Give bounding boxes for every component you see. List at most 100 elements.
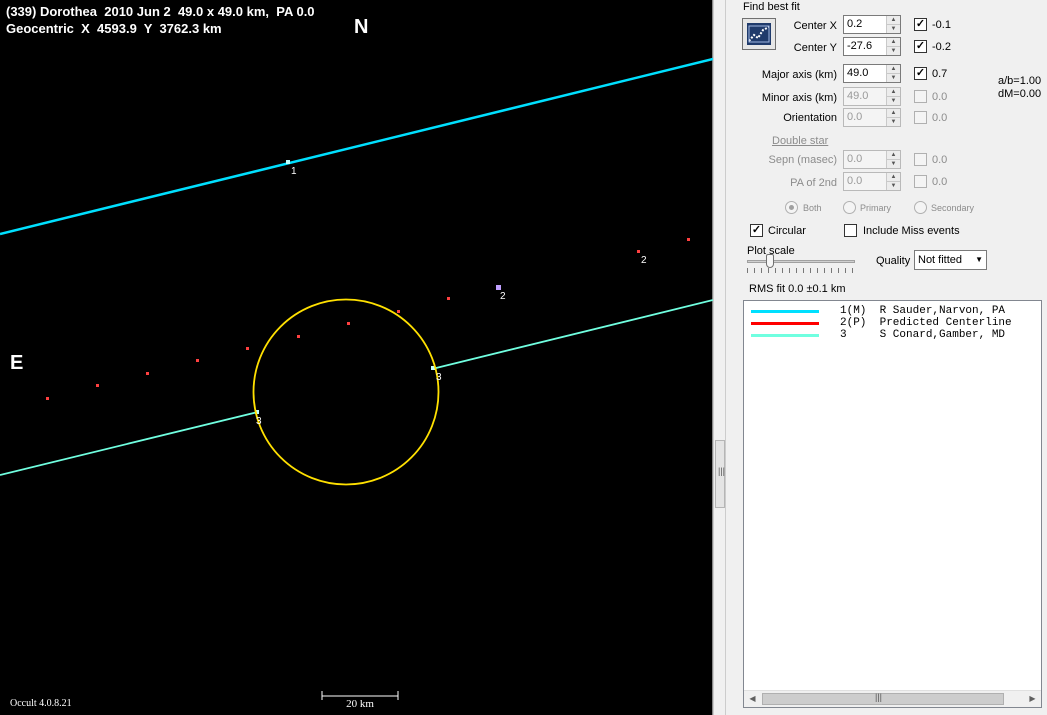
plot-title-line1: (339) Dorothea 2010 Jun 2 49.0 x 49.0 km… (6, 4, 315, 19)
pa-2nd-offset: 0.0 (932, 176, 948, 188)
orientation-input[interactable]: 0.0 ▲ ▼ (843, 108, 901, 127)
chord-2-marker (496, 285, 501, 290)
legend-text-1: 1(M) R Sauder,Narvon, PA (840, 305, 1006, 317)
legend-swatch-2 (751, 322, 819, 325)
orientation-offset: 0.0 (932, 112, 948, 124)
pa-2nd-label: PA of 2nd (790, 177, 837, 189)
orientation-checkbox[interactable] (914, 111, 927, 124)
center-x-input[interactable]: 0.2 ▲ ▼ (843, 15, 901, 34)
include-miss-label: Include Miss events (863, 225, 960, 237)
plot-scale-slider-ticks (747, 268, 855, 273)
minor-axis-spinner[interactable]: ▲ ▼ (886, 88, 900, 105)
sepn-value: 0.0 (847, 153, 863, 165)
scale-bar-label: 20 km (346, 698, 374, 710)
pa-2nd-value: 0.0 (847, 175, 863, 187)
legend-text-3: 3 S Conard,Gamber, MD (840, 329, 1006, 341)
legend-horizontal-scrollbar[interactable]: ◀ ||| ▶ (744, 690, 1041, 707)
chord-1-line (0, 57, 713, 236)
chord-3-label-left: 3 (256, 416, 262, 427)
legend-swatch-1 (751, 310, 819, 313)
plot-scale-slider-track[interactable] (747, 260, 855, 263)
chord-3-line-left (0, 411, 259, 476)
fitted-ellipse (252, 298, 440, 486)
sepn-input[interactable]: 0.0 ▲ ▼ (843, 150, 901, 169)
splitter-grip[interactable]: ||| (715, 440, 725, 508)
version-label: Occult 4.0.8.21 (10, 698, 72, 709)
center-x-value: 0.2 (847, 18, 863, 30)
plot-scale-slider-thumb[interactable] (766, 254, 774, 268)
chord-3-label-right: 3 (436, 372, 442, 383)
chevron-down-icon: ▼ (975, 255, 983, 264)
quality-dropdown[interactable]: Not fitted ▼ (914, 250, 987, 270)
center-y-checkbox[interactable]: ✓ (914, 40, 927, 53)
north-label: N (354, 16, 369, 38)
minor-axis-input[interactable]: 49.0 ▲ ▼ (843, 87, 901, 106)
pa-2nd-input[interactable]: 0.0 ▲ ▼ (843, 172, 901, 191)
center-x-label: Center X (793, 20, 837, 32)
include-miss-checkbox[interactable] (844, 224, 857, 237)
find-best-fit-button[interactable] (742, 18, 776, 50)
major-axis-offset: 0.7 (932, 68, 948, 80)
minor-axis-checkbox[interactable] (914, 90, 927, 103)
scroll-left-icon[interactable]: ◀ (744, 691, 761, 707)
occult-asteroid-fit-window: 1 2 2 3 3 (339) Dorothea 2010 Jun 2 49.0… (0, 0, 1047, 715)
fit-controls-panel: Find best fit Center X 0.2 ▲ ▼ ✓ -0.1 Cen… (727, 0, 1047, 715)
plot-canvas: 1 2 2 3 3 (0, 57, 713, 700)
chord-1-marker (286, 160, 290, 164)
legend-swatch-3 (751, 334, 819, 337)
center-x-checkbox[interactable]: ✓ (914, 18, 927, 31)
sepn-spinner[interactable]: ▲ ▼ (886, 151, 900, 168)
quality-label: Quality (876, 255, 911, 267)
center-y-input[interactable]: -27.6 ▲ ▼ (843, 37, 901, 56)
rms-fit-label: RMS fit 0.0 ±0.1 km (749, 283, 846, 295)
chord-2-label-a: 2 (500, 291, 506, 302)
sepn-offset: 0.0 (932, 154, 948, 166)
radio-both[interactable] (785, 201, 798, 214)
center-y-spinner[interactable]: ▲ ▼ (886, 38, 900, 55)
plot-title-line2: Geocentric X 4593.9 Y 3762.3 km (6, 21, 222, 36)
major-axis-input[interactable]: 49.0 ▲ ▼ (843, 64, 901, 83)
major-axis-spinner[interactable]: ▲ ▼ (886, 65, 900, 82)
center-y-label: Center Y (793, 42, 837, 54)
chord-1-label: 1 (291, 166, 297, 177)
minor-axis-value: 49.0 (847, 90, 869, 102)
center-x-offset: -0.1 (932, 19, 951, 31)
occultation-plot[interactable]: 1 2 2 3 3 (339) Dorothea 2010 Jun 2 49.0… (0, 0, 713, 715)
circular-checkbox[interactable]: ✓ (750, 224, 763, 237)
radio-secondary-label: Secondary (931, 203, 975, 213)
circular-label: Circular (768, 225, 806, 237)
find-best-fit-title: Find best fit (743, 1, 800, 13)
east-label: E (10, 352, 24, 374)
center-y-offset: -0.2 (932, 41, 951, 53)
radio-primary-label: Primary (860, 203, 891, 213)
major-axis-checkbox[interactable]: ✓ (914, 67, 927, 80)
orientation-label: Orientation (783, 112, 837, 124)
best-fit-chart-icon (747, 23, 771, 45)
chord-2-label-b: 2 (641, 255, 647, 266)
radio-both-label: Both (803, 203, 822, 213)
center-x-spinner[interactable]: ▲ ▼ (886, 16, 900, 33)
orientation-spinner[interactable]: ▲ ▼ (886, 109, 900, 126)
chord-legend-list[interactable]: 1(M) R Sauder,Narvon, PA 2(P) Predicted … (743, 300, 1042, 708)
pa-2nd-checkbox[interactable] (914, 175, 927, 188)
sepn-checkbox[interactable] (914, 153, 927, 166)
orientation-value: 0.0 (847, 111, 863, 123)
double-star-link[interactable]: Double star (772, 135, 828, 147)
legend-row-3[interactable]: 3 S Conard,Gamber, MD (746, 329, 1041, 343)
radio-secondary[interactable] (914, 201, 927, 214)
legend-text-2: 2(P) Predicted Centerline (840, 317, 1012, 329)
major-axis-label: Major axis (km) (761, 69, 837, 81)
panel-splitter[interactable]: ||| (713, 0, 726, 715)
radio-primary[interactable] (843, 201, 856, 214)
minor-axis-offset: 0.0 (932, 91, 948, 103)
minor-axis-label: Minor axis (km) (761, 92, 837, 104)
scroll-right-icon[interactable]: ▶ (1024, 691, 1041, 707)
sepn-label: Sepn (masec) (768, 154, 837, 166)
delta-magnitude-label: dM=0.00 (998, 88, 1042, 100)
axis-ratio-label: a/b=1.00 (998, 75, 1042, 87)
pa-2nd-spinner[interactable]: ▲ ▼ (886, 173, 900, 190)
scrollbar-thumb[interactable]: ||| (762, 692, 1004, 705)
predicted-centerline-points (46, 238, 690, 400)
major-axis-value: 49.0 (847, 67, 869, 79)
chord-3-line-right (431, 299, 713, 370)
